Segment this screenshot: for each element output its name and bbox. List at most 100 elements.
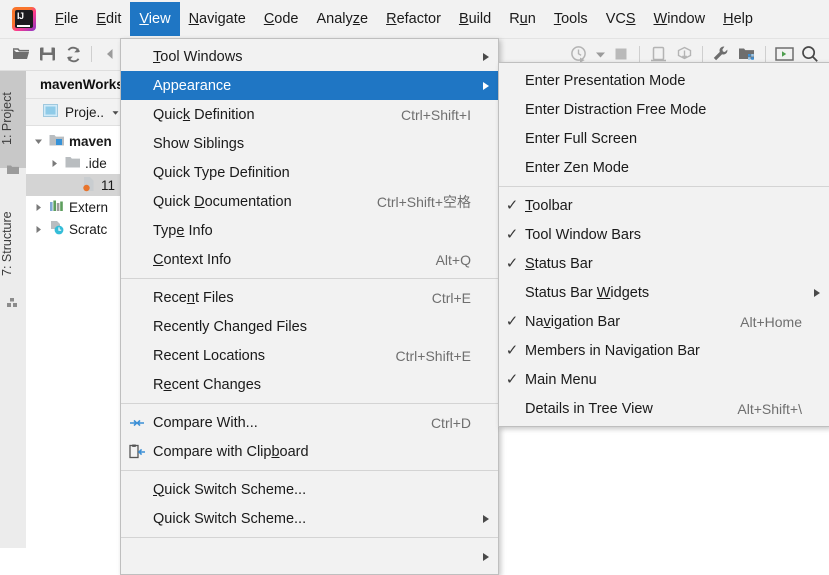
menu-item-accelerator: Ctrl+E [408, 290, 471, 306]
menu-item-main-menu[interactable]: ✓ Main Menu [499, 365, 829, 394]
menu-item-accelerator: Ctrl+Shift+空格 [353, 192, 471, 212]
menu-item-active-editor[interactable]: Quick Switch Scheme... [121, 504, 498, 533]
menu-item-tool-windows[interactable]: Tool Windows [121, 42, 498, 71]
menu-item-status-bar-widgets[interactable]: Status Bar Widgets [499, 278, 829, 307]
menu-item-label: Quick Definition [153, 107, 377, 123]
menu-vcs[interactable]: VCS [597, 7, 645, 31]
menu-item-compare-with[interactable]: Compare With... Ctrl+D [121, 408, 498, 437]
checkmark-icon: ✓ [499, 227, 525, 242]
menu-item-enter-distraction-free-mode[interactable]: Enter Distraction Free Mode [499, 95, 829, 124]
twisty-collapsed-icon[interactable] [48, 159, 61, 168]
menu-item-label: Status Bar Widgets [525, 285, 802, 301]
menu-item-recent-changes[interactable]: Recent Changes [121, 370, 498, 399]
sidebar-tab-structure[interactable]: 7: Structure [0, 188, 26, 300]
tree-item-label: 11 [101, 178, 115, 193]
twisty-collapsed-icon[interactable] [32, 225, 45, 234]
main-menu-bar: IJ File Edit View Navigate Code Analyze … [0, 0, 829, 39]
menu-item-label: Compare With... [153, 415, 407, 431]
menu-analyze[interactable]: Analyze [308, 7, 378, 31]
appearance-submenu: Enter Presentation Mode Enter Distractio… [498, 62, 829, 427]
menu-help[interactable]: Help [714, 7, 762, 31]
menu-item-enter-full-screen[interactable]: Enter Full Screen [499, 124, 829, 153]
menu-item-label: Recent Locations [153, 348, 372, 364]
twisty-expanded-icon[interactable] [32, 137, 45, 146]
menu-item-label: Recent Files [153, 290, 408, 306]
view-dropdown-menu: Tool Windows Appearance Quick Definition… [120, 38, 499, 575]
menu-item-compare-with-clipboard[interactable]: Compare with Clipboard [121, 437, 498, 466]
menu-item-quick-definition[interactable]: Quick Definition Ctrl+Shift+I [121, 100, 498, 129]
menu-item-enter-zen-mode[interactable]: Enter Zen Mode [499, 153, 829, 182]
toolbar-separator [765, 46, 766, 62]
menu-item-recently-changed-files[interactable]: Recently Changed Files [121, 312, 498, 341]
menu-item-label: Show Siblings [153, 136, 471, 152]
chevron-down-icon[interactable] [111, 105, 120, 120]
menu-window[interactable]: Window [645, 7, 715, 31]
sidebar-tab-structure-label: 7: Structure [0, 212, 14, 277]
menu-item-label: Quick Switch Scheme... [153, 482, 447, 498]
menu-item-label: Enter Zen Mode [525, 160, 802, 176]
sync-refresh-icon[interactable] [60, 42, 86, 66]
menu-item-label: Members in Navigation Bar [525, 343, 802, 359]
menu-item-quick-switch-scheme[interactable]: Quick Switch Scheme... [121, 475, 498, 504]
menu-edit[interactable]: Edit [87, 7, 130, 31]
menu-item-recent-files[interactable]: Recent Files Ctrl+E [121, 283, 498, 312]
menu-item-accelerator: Alt+Shift+\ [713, 401, 802, 417]
menu-file[interactable]: File [46, 7, 87, 31]
menu-item-quick-documentation[interactable]: Quick Documentation Ctrl+Shift+空格 [121, 187, 498, 216]
menu-item-label: Compare with Clipboard [153, 444, 471, 460]
menu-separator [121, 403, 498, 404]
menu-item-label: Tool Window Bars [525, 227, 802, 243]
twisty-collapsed-icon[interactable] [32, 203, 45, 212]
menu-item-toolbar[interactable]: ✓ Toolbar [499, 191, 829, 220]
submenu-arrow-icon [483, 53, 489, 61]
menu-code[interactable]: Code [255, 7, 308, 31]
checkmark-icon: ✓ [499, 198, 525, 213]
menu-item-label: Toolbar [525, 198, 802, 214]
menu-item-status-bar[interactable]: ✓ Status Bar [499, 249, 829, 278]
menu-item-context-info[interactable]: Context Info Alt+Q [121, 245, 498, 274]
menu-separator [121, 470, 498, 471]
ide-window: 1: Project 7: Structure mavenWorks Proje… [0, 0, 829, 548]
menu-item-accelerator: Ctrl+Shift+E [372, 348, 471, 364]
menu-item-members-in-navigation-bar[interactable]: ✓ Members in Navigation Bar [499, 336, 829, 365]
menu-item-label: Enter Distraction Free Mode [525, 102, 802, 118]
menu-item-quick-type-definition[interactable]: Quick Type Definition [121, 158, 498, 187]
toolbar-separator [639, 46, 640, 62]
menu-item-label: Quick Switch Scheme... [153, 511, 471, 527]
menu-item-label: Appearance [153, 78, 471, 94]
menu-item-recent-locations[interactable]: Recent Locations Ctrl+Shift+E [121, 341, 498, 370]
menu-navigate[interactable]: Navigate [180, 7, 255, 31]
menu-item-show-siblings[interactable]: Show Siblings [121, 129, 498, 158]
project-folder-icon [6, 162, 20, 176]
menu-item-navigation-bar[interactable]: ✓ Navigation Bar Alt+Home [499, 307, 829, 336]
structure-icon [6, 295, 20, 309]
tool-window-bar-left: 1: Project 7: Structure [0, 70, 27, 548]
menu-item-bidi-text-base-direction[interactable] [121, 542, 498, 571]
menu-build[interactable]: Build [450, 7, 500, 31]
menu-item-accelerator: Alt+Q [412, 252, 471, 268]
menu-view[interactable]: View [130, 2, 179, 36]
tree-item-label: .ide [85, 156, 107, 171]
menu-item-label: Quick Type Definition [153, 165, 471, 181]
menu-item-type-info[interactable]: Type Info [121, 216, 498, 245]
save-icon[interactable] [34, 42, 60, 66]
menu-item-details-in-tree-view[interactable]: Details in Tree View Alt+Shift+\ [499, 394, 829, 423]
submenu-arrow-icon [483, 553, 489, 561]
menu-tools[interactable]: Tools [545, 7, 597, 31]
submenu-arrow-icon [483, 82, 489, 90]
submenu-arrow-icon [483, 515, 489, 523]
menu-separator [121, 537, 498, 538]
menu-refactor[interactable]: Refactor [377, 7, 450, 31]
menu-item-accelerator: Ctrl+Shift+I [377, 107, 471, 123]
menu-item-appearance[interactable]: Appearance [121, 71, 498, 100]
menu-separator [499, 186, 829, 187]
sidebar-tab-project[interactable]: 1: Project [0, 70, 26, 168]
open-folder-icon[interactable] [8, 42, 34, 66]
menu-run[interactable]: Run [500, 7, 545, 31]
menu-item-tool-window-bars[interactable]: ✓ Tool Window Bars [499, 220, 829, 249]
compare-with-icon [121, 416, 153, 430]
scratches-clock-icon [49, 220, 65, 238]
checkmark-icon: ✓ [499, 343, 525, 358]
checkmark-icon: ✓ [499, 314, 525, 329]
menu-item-enter-presentation-mode[interactable]: Enter Presentation Mode [499, 66, 829, 95]
